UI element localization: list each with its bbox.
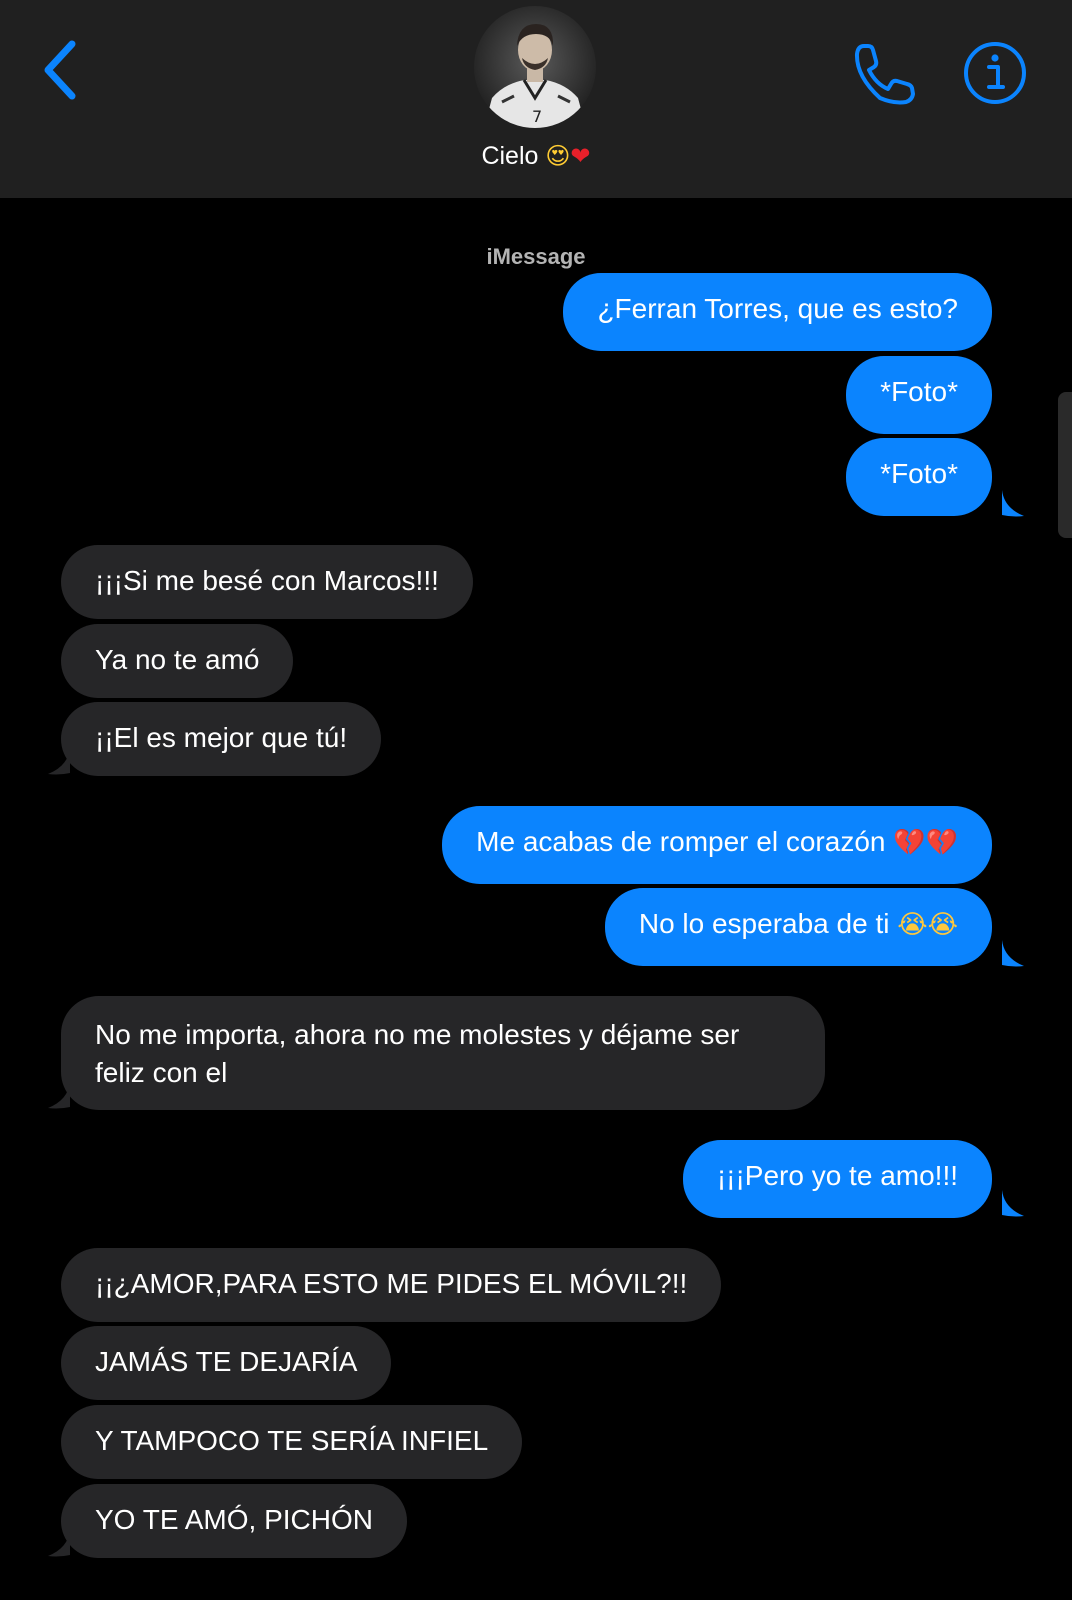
bubble-tail-outgoing xyxy=(1002,490,1024,517)
broken-heart-emoji: 💔💔 xyxy=(893,828,958,858)
message-bubble-incoming[interactable]: Ya no te amó xyxy=(61,624,294,698)
message-text: ¿Ferran Torres, que es esto? xyxy=(597,293,958,324)
phone-icon xyxy=(854,44,915,105)
scroll-handle[interactable] xyxy=(1058,392,1072,538)
message-text: JAMÁS TE DEJARÍA xyxy=(95,1346,358,1377)
contact-name[interactable]: Cielo 😍❤ xyxy=(0,142,1072,171)
message-text: ¡¡¿AMOR,PARA ESTO ME PIDES EL MÓVIL?!! xyxy=(95,1268,688,1299)
bubble-tail-outgoing xyxy=(1002,940,1024,967)
message-bubble-outgoing[interactable]: No lo esperaba de ti 😭😭 xyxy=(604,888,992,966)
red-heart-emoji: ❤ xyxy=(570,142,591,170)
message-text: YO TE AMÓ, PICHÓN xyxy=(95,1504,373,1535)
svg-text:7: 7 xyxy=(532,107,542,126)
message-text: Y TAMPOCO TE SERÍA INFIEL xyxy=(95,1425,489,1456)
message-bubble-outgoing[interactable]: Me acabas de romper el corazón 💔💔 xyxy=(442,806,992,884)
message-text: ¡¡¡Si me besé con Marcos!!! xyxy=(95,565,439,596)
bubble-tail-outgoing xyxy=(1002,1190,1024,1217)
bubble-tail-incoming xyxy=(48,748,70,775)
contact-name-text: Cielo xyxy=(481,142,539,170)
message-bubble-outgoing[interactable]: ¡¡¡Pero yo te amo!!! xyxy=(682,1140,992,1218)
message-text: Ya no te amó xyxy=(95,644,260,675)
message-text: No lo esperaba de ti xyxy=(638,908,890,939)
crying-face-emoji: 😭😭 xyxy=(897,910,958,940)
bubble-tail-incoming xyxy=(48,1082,70,1109)
message-bubble-outgoing[interactable]: *Foto* xyxy=(846,356,992,434)
service-label: iMessage xyxy=(486,244,586,269)
conversation-header: 7 Cielo 😍❤ xyxy=(0,0,1072,198)
message-bubble-incoming[interactable]: ¡¡¡Si me besé con Marcos!!! xyxy=(61,545,473,619)
message-bubble-outgoing[interactable]: ¿Ferran Torres, que es esto? xyxy=(563,273,992,351)
message-bubble-incoming[interactable]: Y TAMPOCO TE SERÍA INFIEL xyxy=(61,1405,523,1479)
message-bubble-incoming[interactable]: No me importa, ahora no me molestes y dé… xyxy=(61,996,825,1110)
bubble-tail-incoming xyxy=(48,1530,70,1557)
back-button[interactable] xyxy=(38,38,82,102)
message-text: *Foto* xyxy=(880,458,958,489)
message-bubble-incoming[interactable]: ¡¡El es mejor que tú! xyxy=(61,702,382,776)
message-bubble-outgoing[interactable]: *Foto* xyxy=(846,438,992,516)
message-text: ¡¡El es mejor que tú! xyxy=(95,722,348,753)
message-text: *Foto* xyxy=(880,376,958,407)
message-bubble-incoming[interactable]: YO TE AMÓ, PICHÓN xyxy=(61,1484,407,1558)
message-bubble-incoming[interactable]: ¡¡¿AMOR,PARA ESTO ME PIDES EL MÓVIL?!! xyxy=(61,1248,722,1322)
message-text: ¡¡¡Pero yo te amo!!! xyxy=(716,1160,958,1191)
smiling-heart-eyes-emoji: 😍 xyxy=(545,142,571,170)
info-button[interactable] xyxy=(962,40,1028,106)
avatar-photo: 7 xyxy=(474,6,596,128)
chevron-left-icon xyxy=(44,40,76,100)
message-bubble-incoming[interactable]: JAMÁS TE DEJARÍA xyxy=(61,1326,392,1400)
call-button[interactable] xyxy=(850,38,920,108)
message-text: No me importa, ahora no me molestes y dé… xyxy=(95,1019,740,1088)
message-text: Me acabas de romper el corazón xyxy=(476,826,886,857)
contact-avatar[interactable]: 7 xyxy=(474,6,596,128)
info-icon xyxy=(964,42,1026,104)
